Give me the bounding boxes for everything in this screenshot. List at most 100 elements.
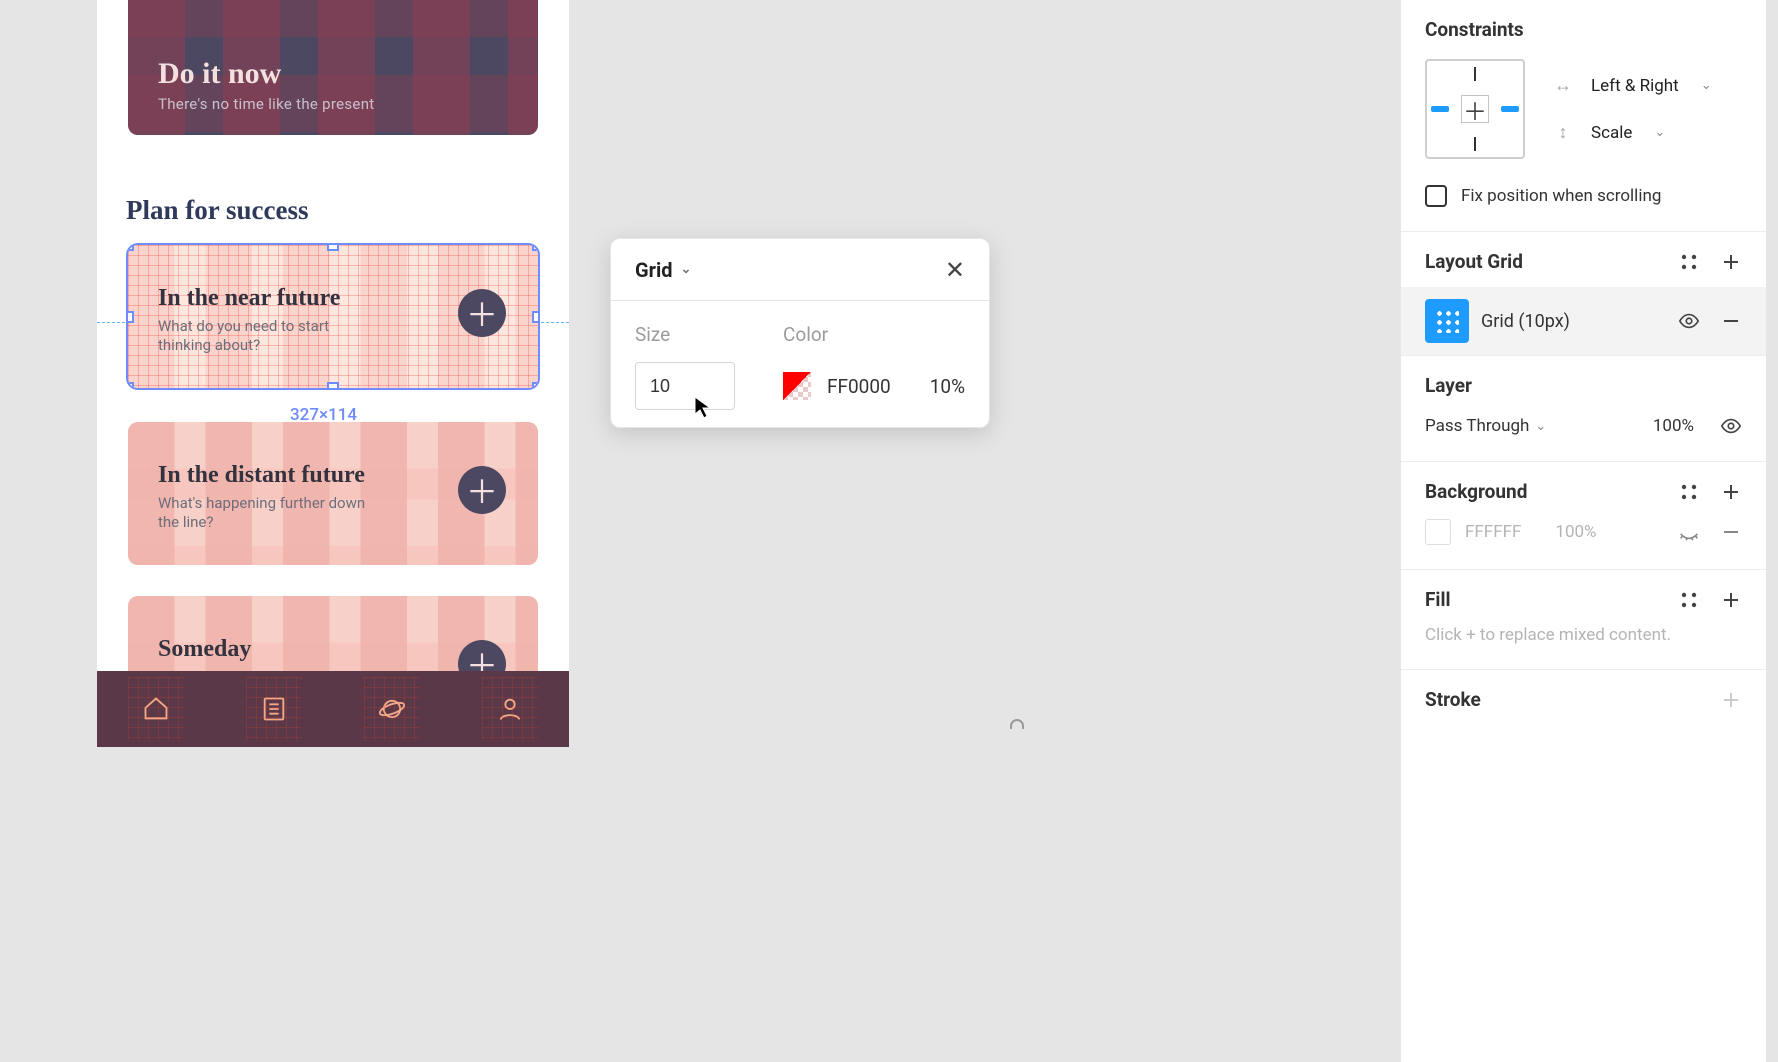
close-icon: ✕: [945, 256, 965, 284]
plus-icon: ＋: [466, 290, 498, 336]
list-icon: [260, 695, 288, 723]
color-swatch[interactable]: [783, 372, 811, 400]
card-distant-future[interactable]: In the distant future What's happening f…: [128, 422, 538, 565]
nav-explore[interactable]: [360, 673, 424, 745]
blend-mode-value: Pass Through: [1425, 416, 1529, 436]
add-button[interactable]: ＋: [458, 289, 506, 337]
fix-position-checkbox[interactable]: [1425, 185, 1447, 207]
planet-icon: [378, 695, 406, 723]
fill-section: Fill Click + to replace mixed content.: [1401, 570, 1766, 670]
vertical-arrow-icon: ↕: [1553, 122, 1573, 143]
background-hex[interactable]: FFFFFF: [1465, 522, 1521, 542]
plus-icon: ＋: [466, 467, 498, 513]
color-column: Color FF0000 10%: [783, 323, 965, 410]
hero-title: Do it now: [158, 57, 281, 91]
four-dots-icon: [1679, 252, 1699, 272]
background-visibility-toggle[interactable]: [1678, 521, 1700, 543]
plus-icon: ＋: [1463, 92, 1487, 127]
canvas-scroll-indicator: [1010, 719, 1024, 729]
fill-heading: Fill: [1425, 588, 1451, 611]
background-section: Background FFFFFF 100%: [1401, 462, 1766, 570]
styles-button[interactable]: [1678, 251, 1700, 273]
color-opacity[interactable]: 10%: [930, 375, 965, 398]
styles-button[interactable]: [1678, 481, 1700, 503]
plus-icon: [1721, 482, 1741, 502]
layout-grid-heading: Layout Grid: [1425, 250, 1523, 273]
horizontal-constraint-dropdown[interactable]: ↔ Left & Right ⌄: [1553, 75, 1742, 96]
remove-grid-button[interactable]: [1720, 310, 1742, 332]
card-title: In the distant future: [158, 462, 365, 489]
layer-section: Layer Pass Through ⌄ 100%: [1401, 356, 1766, 462]
size-input[interactable]: [635, 362, 735, 410]
nav-home[interactable]: [124, 673, 188, 745]
vertical-constraint-value: Scale: [1591, 123, 1632, 143]
eye-closed-icon: [1678, 520, 1700, 544]
vertical-constraint-dropdown[interactable]: ↕ Scale ⌄: [1553, 122, 1742, 143]
grid-item-label: Grid (10px): [1481, 311, 1570, 332]
layer-heading: Layer: [1425, 374, 1742, 397]
hero-subtitle: There's no time like the present: [158, 95, 374, 113]
card-title: Someday: [158, 636, 251, 663]
horizontal-arrow-icon: ↔: [1553, 75, 1573, 96]
add-stroke-button[interactable]: [1720, 689, 1742, 711]
hero-card[interactable]: Do it now There's no time like the prese…: [128, 0, 538, 135]
minus-icon: [1721, 311, 1741, 331]
chevron-down-icon: ⌄: [681, 262, 692, 277]
user-icon: [496, 695, 524, 723]
background-heading: Background: [1425, 480, 1527, 503]
add-grid-button[interactable]: [1720, 251, 1742, 273]
fix-position-label: Fix position when scrolling: [1461, 186, 1661, 206]
eye-icon: [1678, 309, 1700, 333]
nav-list[interactable]: [242, 673, 306, 745]
layout-grid-popup[interactable]: Grid ⌄ ✕ Size Color FF0000 10%: [610, 238, 990, 428]
home-icon: [142, 695, 170, 723]
color-row: FF0000 10%: [783, 362, 965, 410]
constraints-section: Constraints ＋ ↔ Left & Right ⌄ ↕ Scale ⌄: [1401, 0, 1766, 232]
card-subtitle: What do you need to start thinking about…: [158, 317, 378, 355]
design-panel[interactable]: Constraints ＋ ↔ Left & Right ⌄ ↕ Scale ⌄: [1400, 0, 1766, 1062]
card-subtitle: What's happening further down the line?: [158, 494, 378, 532]
grid-visibility-toggle[interactable]: [1678, 310, 1700, 332]
constraints-heading: Constraints: [1425, 18, 1742, 41]
fill-mixed-hint: Click + to replace mixed content.: [1425, 625, 1742, 645]
grid-item-row[interactable]: Grid (10px): [1401, 287, 1766, 355]
four-dots-icon: [1679, 482, 1699, 502]
stroke-heading: Stroke: [1425, 688, 1481, 711]
horizontal-constraint-value: Left & Right: [1591, 76, 1679, 96]
background-item-row[interactable]: FFFFFF 100%: [1425, 519, 1742, 545]
layer-visibility-toggle[interactable]: [1720, 415, 1742, 437]
card-near-future-selected[interactable]: In the near future What do you need to s…: [128, 245, 538, 388]
nav-profile[interactable]: [478, 673, 542, 745]
section-title: Plan for success: [126, 195, 309, 226]
grid-type-icon[interactable]: [1425, 299, 1469, 343]
fix-position-row[interactable]: Fix position when scrolling: [1425, 185, 1742, 207]
chevron-down-icon: ⌄: [1654, 125, 1665, 140]
background-swatch[interactable]: [1425, 519, 1451, 545]
add-button[interactable]: ＋: [458, 466, 506, 514]
styles-button[interactable]: [1678, 589, 1700, 611]
popup-body: Size Color FF0000 10%: [611, 301, 989, 410]
constraint-diagram[interactable]: ＋: [1425, 59, 1525, 159]
popup-title: Grid: [635, 258, 673, 282]
plus-icon: [1721, 590, 1741, 610]
bottom-nav-bar[interactable]: [97, 671, 569, 747]
size-label: Size: [635, 323, 763, 346]
popup-header: Grid ⌄ ✕: [611, 239, 989, 301]
eye-icon: [1720, 414, 1742, 438]
four-dots-icon: [1679, 590, 1699, 610]
card-title: In the near future: [158, 285, 340, 312]
design-canvas[interactable]: Do it now There's no time like the prese…: [0, 0, 1028, 1062]
background-opacity[interactable]: 100%: [1555, 522, 1596, 542]
close-button[interactable]: ✕: [945, 258, 965, 282]
grid-type-dropdown[interactable]: Grid ⌄: [635, 258, 691, 282]
layout-grid-section: Layout Grid Grid (10px): [1401, 232, 1766, 356]
remove-background-button[interactable]: [1720, 521, 1742, 543]
stroke-section: Stroke: [1401, 670, 1766, 735]
color-hex[interactable]: FF0000: [827, 375, 891, 398]
layer-opacity-input[interactable]: 100%: [1653, 416, 1694, 436]
add-background-button[interactable]: [1720, 481, 1742, 503]
chevron-down-icon: ⌄: [1535, 419, 1546, 434]
add-fill-button[interactable]: [1720, 589, 1742, 611]
color-label: Color: [783, 323, 965, 346]
blend-mode-dropdown[interactable]: Pass Through ⌄: [1425, 416, 1546, 436]
